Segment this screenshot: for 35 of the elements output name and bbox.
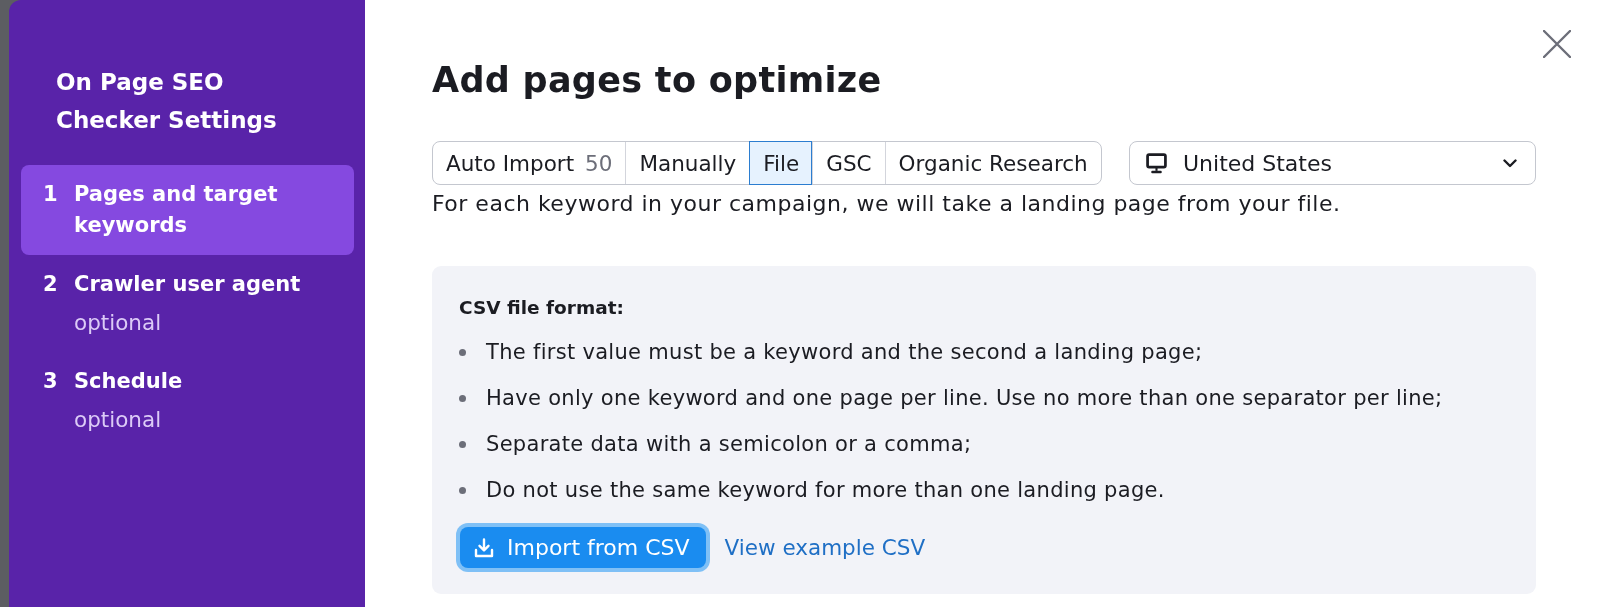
- monitor-icon: [1146, 152, 1167, 174]
- bullet-icon: [459, 486, 466, 494]
- source-tab[interactable]: Organic Research: [884, 142, 1101, 184]
- bullet-icon: [459, 440, 466, 448]
- format-rule: Do not use the same keyword for more than one landing page.: [486, 477, 1165, 504]
- example-csv-link[interactable]: View example CSV: [724, 535, 926, 560]
- step-item[interactable]: 2 Crawler user agent optional: [21, 255, 354, 352]
- step-item[interactable]: 3 Schedule optional: [21, 352, 354, 449]
- sidebar-title: On Page SEO Checker Settings: [56, 68, 278, 135]
- step-note: optional: [74, 309, 162, 337]
- close-icon: [1543, 30, 1571, 58]
- step-number: 2: [43, 271, 59, 298]
- step-label: Crawler user agent: [74, 271, 301, 298]
- format-rule: Have only one keyword and one page per line. Use no more than one separator per line;: [486, 385, 1443, 412]
- download-icon: [474, 537, 494, 558]
- step-label: Pages and target keywords: [74, 181, 279, 239]
- format-rule: Separate data with a semicolon or a comma;: [486, 431, 972, 458]
- chevron-down-icon: [1503, 158, 1517, 168]
- source-tab[interactable]: Auto Import 50: [433, 142, 626, 184]
- close-button[interactable]: [1541, 28, 1573, 60]
- location-select[interactable]: United States: [1129, 141, 1536, 185]
- step-item[interactable]: 1 Pages and target keywords: [21, 165, 354, 255]
- step-number: 1: [43, 181, 59, 208]
- source-tab[interactable]: GSC: [812, 142, 885, 184]
- format-rule: The first value must be a keyword and the second a landing page;: [486, 339, 1203, 366]
- step-label: Schedule: [74, 368, 183, 395]
- description-text: For each keyword in your campaign, we will take a landing page from your file.: [432, 190, 1342, 218]
- bullet-icon: [459, 348, 466, 356]
- tab-count: 50: [585, 150, 613, 176]
- format-heading: CSV file format:: [459, 296, 625, 320]
- step-number: 3: [43, 368, 59, 395]
- dialog-title: Add pages to optimize: [432, 59, 883, 102]
- bullet-icon: [459, 394, 466, 402]
- source-tab[interactable]: File: [749, 141, 813, 185]
- step-note: optional: [74, 406, 162, 434]
